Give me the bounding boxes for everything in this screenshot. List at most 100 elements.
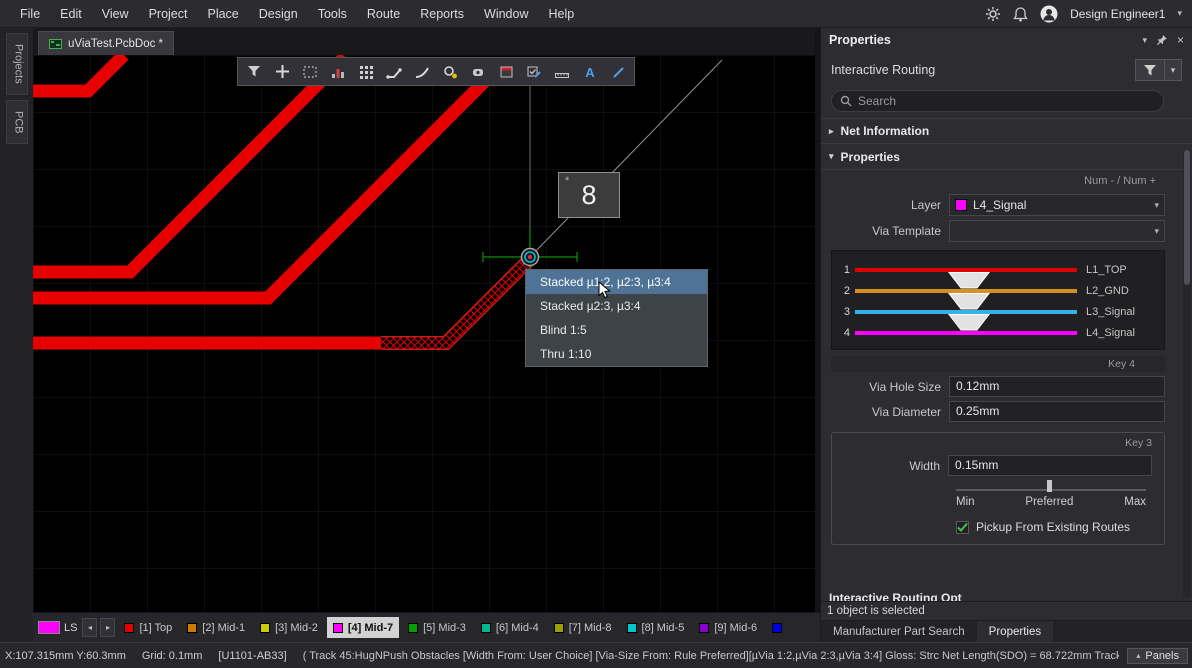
layer-tab-mid5[interactable]: [8] Mid-5 xyxy=(621,617,691,638)
via-diameter-label: Via Diameter xyxy=(821,405,949,419)
tab-manufacturer-part-search[interactable]: Manufacturer Part Search xyxy=(821,621,977,642)
stack-bar-4 xyxy=(855,331,1077,335)
menu-place[interactable]: Place xyxy=(197,0,248,28)
rule-edit-button[interactable] xyxy=(521,59,547,84)
via-diameter-input[interactable]: 0.25mm xyxy=(949,401,1165,422)
filter-button[interactable] xyxy=(241,59,267,84)
layer-value: L4_Signal xyxy=(973,198,1148,212)
rail-tab-projects[interactable]: Projects xyxy=(6,33,28,95)
via-template-dropdown[interactable]: ▾ xyxy=(949,220,1165,242)
crosshair-button[interactable] xyxy=(269,59,295,84)
pickup-checkbox-label: Pickup From Existing Routes xyxy=(976,520,1130,534)
num-shortcut-hint: Num - / Num + xyxy=(821,172,1192,190)
layer-tab-mid8[interactable]: [7] Mid-8 xyxy=(548,617,618,638)
route-button[interactable] xyxy=(381,59,407,84)
layer-swatch xyxy=(260,623,270,633)
via-style-button[interactable] xyxy=(437,59,463,84)
menu-route[interactable]: Route xyxy=(357,0,410,28)
guide-lines xyxy=(530,58,722,257)
menu-tools[interactable]: Tools xyxy=(308,0,357,28)
bell-icon[interactable] xyxy=(1013,6,1028,22)
document-tab[interactable]: uViaTest.PcbDoc * xyxy=(38,31,174,55)
via-template-label: Via Template xyxy=(821,224,949,238)
scrollbar-thumb[interactable] xyxy=(1184,150,1190,285)
chevron-down-icon: ▾ xyxy=(1154,200,1159,211)
layer-swatch xyxy=(333,623,343,633)
columns-button[interactable] xyxy=(325,59,351,84)
pickup-checkbox[interactable]: Pickup From Existing Routes xyxy=(956,520,1156,534)
layer-swatch xyxy=(699,623,709,633)
layer-tab-partial[interactable] xyxy=(766,617,793,638)
menu-help[interactable]: Help xyxy=(538,0,584,28)
width-group: Key 3 Width 0.15mm Min Preferred Max Pic… xyxy=(831,432,1165,545)
pcb-canvas[interactable]: A * 8 Stacked µ1:2, µ2:3, µ3:4 Stacked µ… xyxy=(33,55,815,612)
menu-item-stacked-123[interactable]: Stacked µ1:2, µ2:3, µ3:4 xyxy=(526,270,707,294)
user-avatar[interactable] xyxy=(1040,5,1058,23)
menu-design[interactable]: Design xyxy=(249,0,308,28)
pin-icon[interactable] xyxy=(1156,34,1168,46)
select-area-button[interactable] xyxy=(297,59,323,84)
menu-window[interactable]: Window xyxy=(474,0,538,28)
panels-button[interactable]: ▴ Panels xyxy=(1127,648,1188,664)
menu-file[interactable]: File xyxy=(10,0,50,28)
width-slider-handle[interactable] xyxy=(1047,480,1052,492)
panel-dropdown-icon[interactable]: ▾ xyxy=(1142,34,1147,46)
current-layer-chip[interactable]: LS xyxy=(38,621,77,634)
left-panel-rail: Projects PCB xyxy=(0,28,33,642)
panel-title: Properties xyxy=(829,33,891,47)
key4-hint: Key 4 xyxy=(831,356,1165,372)
layer-tab-mid3[interactable]: [5] Mid-3 xyxy=(402,617,472,638)
search-input[interactable]: Search xyxy=(831,90,1164,112)
text-button[interactable]: A xyxy=(577,59,603,84)
route-icon xyxy=(386,65,402,79)
section-net-information[interactable]: ▸ Net Information xyxy=(821,118,1192,144)
measure-icon xyxy=(554,65,570,79)
expand-arrow-icon: ▾ xyxy=(829,151,834,162)
layer-tab-mid1[interactable]: [2] Mid-1 xyxy=(181,617,251,638)
panel-scrollbar[interactable] xyxy=(1183,150,1191,597)
menu-item-thru[interactable]: Thru 1:10 xyxy=(526,342,707,366)
layer-tab-mid6[interactable]: [9] Mid-6 xyxy=(693,617,763,638)
menu-edit[interactable]: Edit xyxy=(50,0,92,28)
layer-tab-top[interactable]: [1] Top xyxy=(118,617,178,638)
menu-view[interactable]: View xyxy=(92,0,139,28)
layer-doc-icon xyxy=(499,65,514,79)
chevron-down-icon[interactable]: ▾ xyxy=(1177,8,1182,19)
rail-tab-pcb[interactable]: PCB xyxy=(6,100,28,145)
measure-button[interactable] xyxy=(549,59,575,84)
menu-item-stacked-23[interactable]: Stacked µ2:3, µ3:4 xyxy=(526,294,707,318)
route-arc-button[interactable] xyxy=(409,59,435,84)
pad-button[interactable] xyxy=(465,59,491,84)
layer-doc-button[interactable] xyxy=(493,59,519,84)
tab-properties[interactable]: Properties xyxy=(977,621,1053,642)
document-tabbar: uViaTest.PcbDoc * xyxy=(33,28,815,55)
menu-project[interactable]: Project xyxy=(139,0,198,28)
menu-reports[interactable]: Reports xyxy=(410,0,474,28)
document-tab-label: uViaTest.PcbDoc * xyxy=(68,38,163,50)
line-button[interactable] xyxy=(605,59,631,84)
gear-icon[interactable] xyxy=(985,6,1001,22)
object-filter-button[interactable] xyxy=(1135,59,1165,81)
layer-scroll-left[interactable]: ◂ xyxy=(82,618,97,637)
section-properties[interactable]: ▾ Properties xyxy=(821,144,1192,170)
close-icon[interactable]: × xyxy=(1177,34,1184,46)
object-filter-dropdown[interactable]: ▾ xyxy=(1165,59,1182,81)
svg-text:A: A xyxy=(585,65,595,79)
grid-button[interactable] xyxy=(353,59,379,84)
layer-swatch xyxy=(772,623,782,633)
selection-status: 1 object is selected xyxy=(821,601,1192,620)
route-arc-icon xyxy=(414,65,430,79)
pcbdoc-icon xyxy=(49,39,62,49)
layer-scroll-right[interactable]: ▸ xyxy=(100,618,115,637)
via-hole-size-input[interactable]: 0.12mm xyxy=(949,376,1165,397)
width-input[interactable]: 0.15mm xyxy=(948,455,1152,476)
select-area-icon xyxy=(302,65,318,79)
menu-item-blind[interactable]: Blind 1:5 xyxy=(526,318,707,342)
layer-dropdown[interactable]: L4_Signal ▾ xyxy=(949,194,1165,216)
layer-tab-mid4[interactable]: [6] Mid-4 xyxy=(475,617,545,638)
user-name[interactable]: Design Engineer1 xyxy=(1070,7,1165,21)
layer-tab-mid2[interactable]: [3] Mid-2 xyxy=(254,617,324,638)
hotkey-star: * xyxy=(565,175,569,187)
layer-tab-mid7[interactable]: [4] Mid-7 xyxy=(327,617,399,638)
width-slider[interactable]: Min Preferred Max xyxy=(956,480,1146,508)
